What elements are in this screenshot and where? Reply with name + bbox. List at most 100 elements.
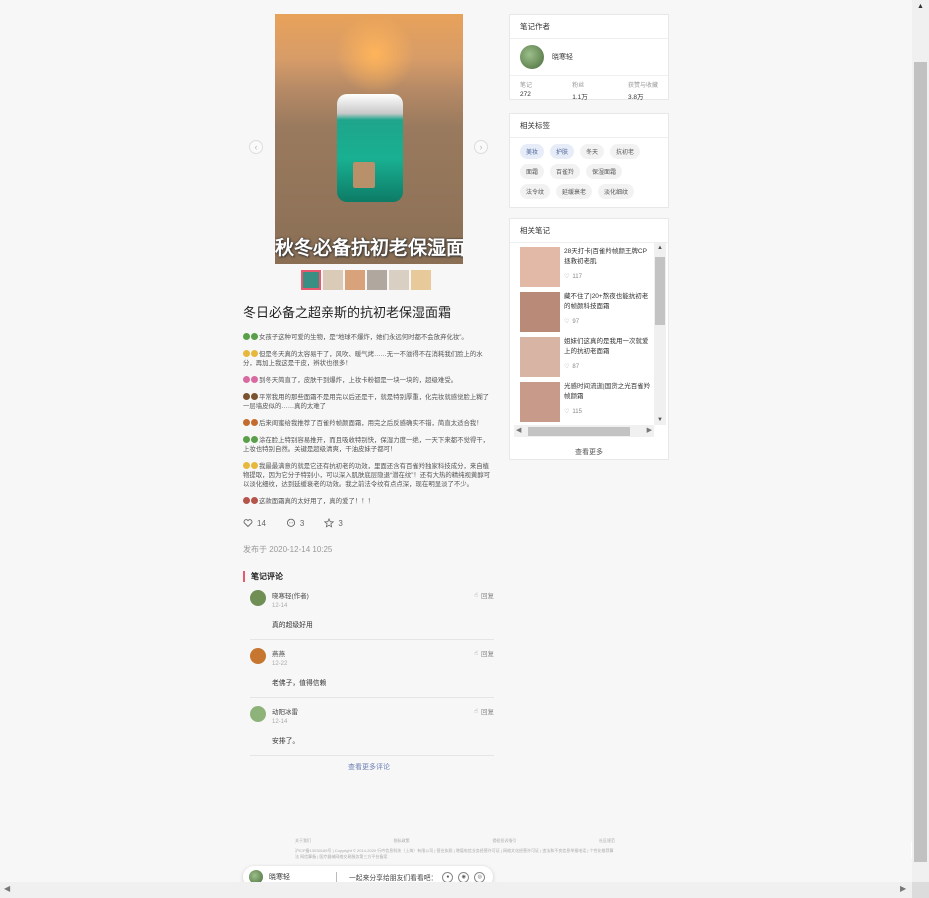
thumbs-up-icon[interactable]: ☝ bbox=[474, 591, 478, 599]
photo-thumbnail[interactable] bbox=[367, 270, 387, 290]
hscroll-thumb[interactable] bbox=[528, 427, 630, 436]
related-note-title[interactable]: 姐妹们这真的是我用一次就爱上的抗初老面霜 bbox=[564, 337, 652, 357]
avatar[interactable] bbox=[520, 45, 544, 69]
related-note-likes: ♡ 117 bbox=[564, 273, 652, 281]
photo-thumbnail[interactable] bbox=[301, 270, 321, 290]
thumbs-up-icon[interactable]: ☝ bbox=[474, 707, 478, 715]
photo-thumbnail[interactable] bbox=[411, 270, 431, 290]
reply-button[interactable]: ☝ 回复 bbox=[474, 706, 494, 716]
like-button[interactable]: 14 bbox=[243, 518, 266, 528]
more-comments-link[interactable]: 查看更多评论 bbox=[243, 762, 495, 772]
tag-chip[interactable]: 抗初老 bbox=[610, 144, 641, 159]
footer-link[interactable]: 社区规范 bbox=[599, 838, 615, 844]
commenter-name[interactable]: 燕燕 bbox=[272, 648, 494, 658]
comment-item: 晓寒轻(作者) 12-14 真的超级好用 ☝ 回复 bbox=[250, 582, 494, 640]
page-scroll-thumb[interactable] bbox=[914, 62, 927, 862]
tag-chip[interactable]: 百雀羚 bbox=[550, 164, 581, 179]
related-note-thumbnail[interactable] bbox=[520, 337, 560, 377]
image-carousel[interactable]: 秋冬必备抗初老保湿面霜 ‹ › bbox=[243, 14, 495, 266]
scroll-up-icon[interactable]: ▲ bbox=[657, 245, 663, 251]
avatar[interactable] bbox=[250, 648, 266, 664]
photo-thumbnail[interactable] bbox=[323, 270, 343, 290]
emoji-icon bbox=[251, 333, 258, 340]
scrollbar-corner bbox=[912, 882, 929, 898]
scroll-down-icon[interactable]: ▼ bbox=[657, 417, 663, 423]
footer-link[interactable]: 侵权投诉指引 bbox=[492, 838, 516, 844]
stat-value: 3.8万 bbox=[627, 94, 644, 101]
related-note-title[interactable]: 28天打卡|百雀羚帧颜王牌CP拯救初老肌 bbox=[564, 247, 652, 267]
photo-caption: 秋冬必备抗初老保湿面霜 bbox=[275, 238, 463, 259]
reply-label[interactable]: 回复 bbox=[481, 648, 494, 658]
commenter-name[interactable]: 晓寒轻(作者) bbox=[272, 590, 494, 600]
footer-link[interactable]: 关于我们 bbox=[295, 838, 311, 844]
avatar[interactable] bbox=[250, 590, 266, 606]
tag-chip[interactable]: 护肤 bbox=[550, 144, 575, 159]
footer-link[interactable]: 隐私政策 bbox=[394, 838, 410, 844]
tag-chip[interactable]: 冬天 bbox=[580, 144, 605, 159]
lamp-glow bbox=[335, 14, 415, 94]
collect-button[interactable]: 3 bbox=[324, 518, 343, 528]
note-actions: 14 3 3 bbox=[243, 518, 495, 528]
tag-chip[interactable]: 淡化细纹 bbox=[598, 184, 635, 199]
tag-chip[interactable]: 美妆 bbox=[520, 144, 545, 159]
reply-button[interactable]: ☝ 回复 bbox=[474, 590, 494, 600]
tag-chip[interactable]: 面霜 bbox=[520, 164, 545, 179]
tag-chip[interactable]: 法令纹 bbox=[520, 184, 551, 199]
related-hscrollbar[interactable]: ◀ ▶ bbox=[514, 425, 654, 437]
scroll-left-icon[interactable]: ◀ bbox=[516, 426, 521, 434]
author-profile[interactable]: 晓寒轻 bbox=[510, 39, 668, 75]
paragraph-text: 到冬天简直了，皮肤干到爆炸，上妆卡粉都是一块一块的，超级难受。 bbox=[259, 377, 458, 384]
divider bbox=[336, 872, 337, 882]
stat-label: 笔记 bbox=[520, 83, 533, 89]
page-scrollbar[interactable]: ▲ bbox=[912, 0, 929, 882]
note-photo[interactable]: 秋冬必备抗初老保湿面霜 bbox=[275, 14, 463, 264]
scroll-left-icon[interactable]: ◀ bbox=[4, 884, 10, 893]
avatar[interactable] bbox=[250, 706, 266, 722]
thumbs-up-icon[interactable]: ☝ bbox=[474, 649, 478, 657]
scroll-right-icon[interactable]: ▶ bbox=[647, 426, 652, 434]
tag-chip[interactable]: 保湿面霜 bbox=[586, 164, 623, 179]
related-scrollbar[interactable]: ▲ ▼ bbox=[654, 243, 666, 425]
related-note-thumbnail[interactable] bbox=[520, 247, 560, 287]
emoji-icon bbox=[243, 333, 250, 340]
avatar[interactable] bbox=[249, 870, 263, 882]
chevron-left-icon[interactable]: ‹ bbox=[249, 140, 263, 154]
paragraph-text: 涂在脸上特别容易推开，而且吸收特别快，保湿力度一绝，一天下来都不觉得干，上妆也特… bbox=[243, 437, 490, 453]
comment-text: 安排了。 bbox=[272, 738, 300, 745]
chevron-right-icon[interactable]: › bbox=[474, 140, 488, 154]
photo-thumbnail[interactable] bbox=[389, 270, 409, 290]
moments-icon[interactable]: ◉ bbox=[458, 871, 470, 882]
related-notes-card: 相关笔记 ▲ ▼ 28天打卡|百雀羚帧颜王牌CP拯救初老肌 ♡ 117 藏不住了|20… bbox=[509, 218, 669, 460]
photo-thumbnail[interactable] bbox=[345, 270, 365, 290]
scroll-thumb[interactable] bbox=[655, 257, 665, 325]
author-card-title: 笔记作者 bbox=[510, 15, 668, 39]
related-note-item[interactable]: 光感时间流逝|国货之光百雀羚帧颜霜 ♡ 115 bbox=[520, 382, 652, 424]
scroll-up-icon[interactable]: ▲ bbox=[917, 3, 924, 10]
related-note-thumbnail[interactable] bbox=[520, 382, 560, 422]
author-stat: 获赞与收藏 3.8万 bbox=[628, 80, 658, 101]
tag-chip[interactable]: 延缓衰老 bbox=[556, 184, 593, 199]
note-paragraph: 我最最满意的就是它还有抗初老的功效，里面还含有百雀羚独家科技成分，来自植物提取，… bbox=[243, 462, 495, 489]
related-note-item[interactable]: 姐妹们这真的是我用一次就爱上的抗初老面霜 ♡ 87 bbox=[520, 337, 652, 379]
page-hscrollbar[interactable]: ◀ ▶ bbox=[0, 882, 912, 898]
reply-label[interactable]: 回复 bbox=[481, 706, 494, 716]
related-note-likes: ♡ 115 bbox=[564, 408, 652, 416]
related-note-thumbnail[interactable] bbox=[520, 292, 560, 332]
tags-card-title: 相关标签 bbox=[510, 114, 668, 138]
emoji-icon bbox=[251, 436, 258, 443]
emoji-icon bbox=[243, 393, 250, 400]
related-note-title[interactable]: 藏不住了|20+熬夜也能抗初老的帧颜科技面霜 bbox=[564, 292, 652, 312]
reply-button[interactable]: ☝ 回复 bbox=[474, 648, 494, 658]
reply-label[interactable]: 回复 bbox=[481, 590, 494, 600]
emoji-icon bbox=[243, 419, 250, 426]
wechat-icon[interactable]: ● bbox=[442, 871, 454, 882]
weibo-icon[interactable]: ◎ bbox=[474, 871, 486, 882]
author-name[interactable]: 晓寒轻 bbox=[552, 52, 573, 62]
related-note-item[interactable]: 藏不住了|20+熬夜也能抗初老的帧颜科技面霜 ♡ 97 bbox=[520, 292, 652, 334]
scroll-right-icon[interactable]: ▶ bbox=[900, 884, 906, 893]
related-note-title[interactable]: 光感时间流逝|国货之光百雀羚帧颜霜 bbox=[564, 382, 652, 402]
comment-button[interactable]: 3 bbox=[286, 518, 304, 528]
commenter-name[interactable]: 动阳冰雷 bbox=[272, 706, 494, 716]
see-more-link[interactable]: 查看更多 bbox=[510, 447, 668, 457]
related-note-item[interactable]: 28天打卡|百雀羚帧颜王牌CP拯救初老肌 ♡ 117 bbox=[520, 247, 652, 289]
